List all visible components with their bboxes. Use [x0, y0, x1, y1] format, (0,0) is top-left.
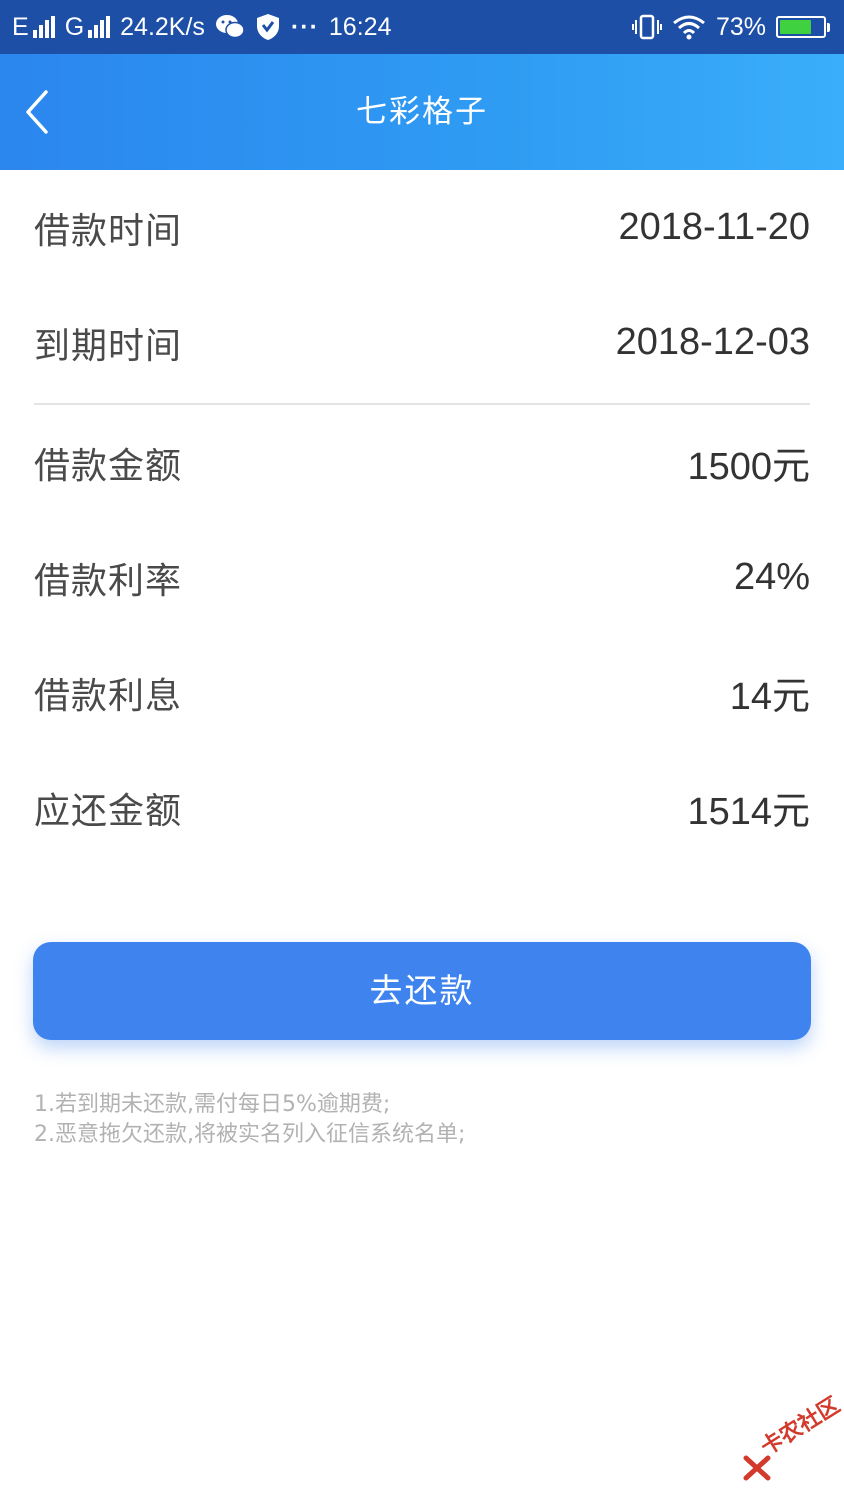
- network-type-2: G: [64, 12, 85, 41]
- network-speed: 24.2K/s: [120, 12, 205, 41]
- battery-icon: [776, 16, 830, 38]
- signal-icon: [32, 16, 55, 38]
- signal-2: G: [64, 12, 111, 42]
- status-bar-right: 73%: [631, 12, 830, 42]
- row-due-date: 到期时间 2018-12-03: [34, 285, 810, 400]
- shield-icon: [256, 14, 279, 40]
- app-header: 七彩格子: [0, 54, 844, 170]
- page-title: 七彩格子: [356, 94, 488, 130]
- row-value: 24%: [733, 556, 810, 598]
- row-interest: 借款利息 14元: [34, 635, 810, 750]
- row-value: 2018-12-03: [615, 321, 810, 363]
- row-amount-due: 应还金额 1514元: [34, 750, 810, 865]
- row-label: 到期时间: [34, 325, 183, 367]
- row-value: 1500元: [687, 446, 810, 488]
- note-item: 1.若到期未还款,需付每日5%逾期费;: [34, 1092, 391, 1117]
- repay-button[interactable]: 去还款: [33, 942, 811, 1040]
- signal-icon: [88, 16, 111, 38]
- row-loan-date: 借款时间 2018-11-20: [34, 170, 810, 285]
- row-label: 应还金额: [34, 790, 183, 832]
- row-interest-rate: 借款利率 24%: [34, 520, 810, 635]
- loan-info: 借款时间 2018-11-20 到期时间 2018-12-03 借款金额 150…: [34, 170, 810, 865]
- watermark: 卡农社区: [742, 1393, 844, 1490]
- row-label: 借款金额: [34, 445, 183, 487]
- loan-details: 借款金额 1500元 借款利率 24% 借款利息 14元 应还金额 1514元: [34, 405, 810, 865]
- watermark-text: 卡农社区: [756, 1392, 844, 1461]
- vibrate-icon: [631, 14, 662, 40]
- wifi-icon: [673, 15, 705, 40]
- clock: 16:24: [328, 12, 392, 41]
- row-value: 14元: [729, 676, 810, 718]
- more-dots-icon: ···: [290, 12, 319, 41]
- status-bar: E G 24.2K/s ··· 16:24 73%: [0, 0, 844, 54]
- row-label: 借款时间: [34, 210, 183, 252]
- status-bar-left: E G 24.2K/s ··· 16:24: [12, 13, 391, 42]
- network-type-1: E: [12, 12, 29, 41]
- loan-dates: 借款时间 2018-11-20 到期时间 2018-12-03: [34, 170, 810, 400]
- row-label: 借款利息: [34, 675, 183, 717]
- battery-percent: 73%: [715, 12, 766, 41]
- note-item: 2.恶意拖欠还款,将被实名列入征信系统名单;: [34, 1122, 466, 1147]
- row-label: 借款利率: [34, 560, 183, 602]
- wechat-icon: [215, 15, 245, 39]
- row-value: 1514元: [687, 791, 810, 833]
- notes: 1.若到期未还款,需付每日5%逾期费; 2.恶意拖欠还款,将被实名列入征信系统名…: [34, 1090, 814, 1150]
- signal-1: E: [12, 13, 55, 42]
- row-loan-amount: 借款金额 1500元: [34, 405, 810, 520]
- row-value: 2018-11-20: [618, 206, 810, 248]
